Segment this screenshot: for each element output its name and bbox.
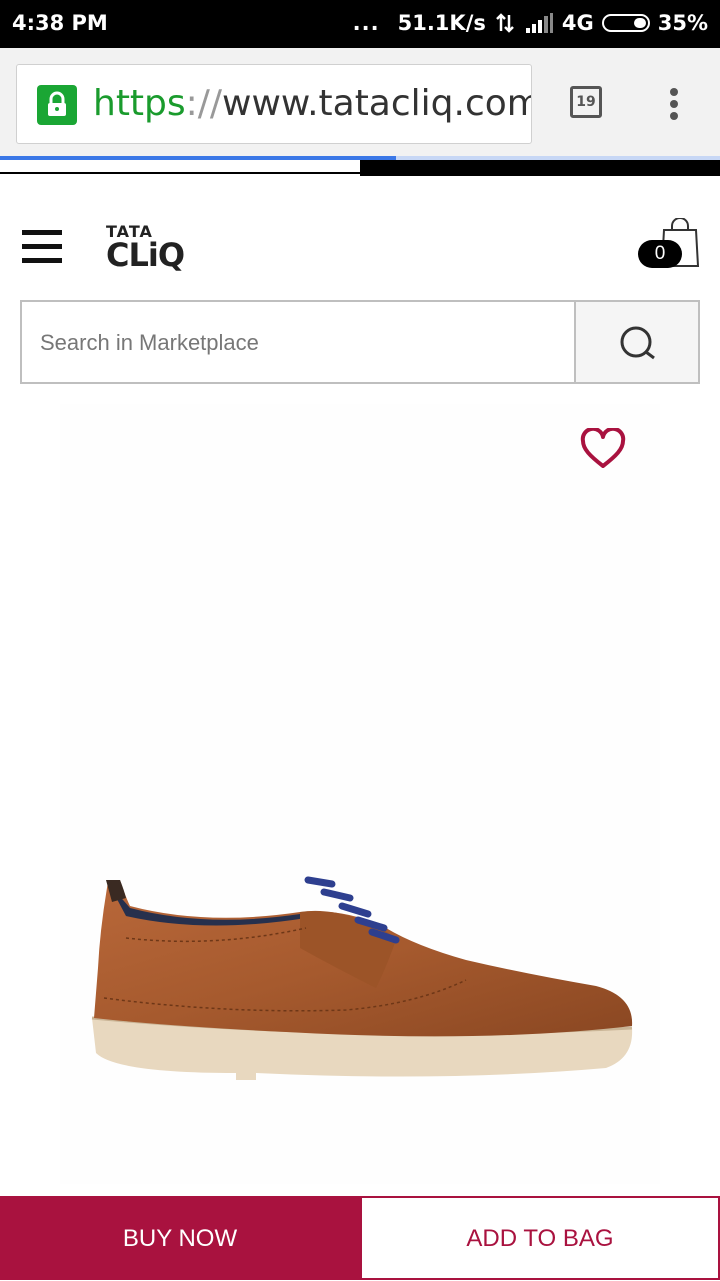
heart-icon[interactable]: [580, 426, 626, 470]
lock-icon[interactable]: [37, 85, 77, 125]
site-header: TATA CLiQ 0: [0, 176, 720, 296]
search-button[interactable]: [574, 302, 698, 382]
search-input[interactable]: [38, 320, 562, 366]
battery-percent: 35%: [657, 11, 708, 35]
cart-button[interactable]: 0: [636, 217, 700, 274]
tatacliq-logo[interactable]: TATA CLiQ: [106, 222, 196, 276]
cart-count-badge: 0: [638, 240, 682, 268]
status-time: 4:38 PM: [12, 11, 108, 35]
address-bar[interactable]: https://www.tatacliq.com/id: [16, 64, 532, 144]
signal-icon: [525, 13, 553, 33]
tab-switcher-button[interactable]: 19: [570, 86, 602, 118]
notification-dots: ...: [352, 11, 380, 35]
page-top-band: [360, 160, 720, 176]
battery-icon: [601, 14, 650, 32]
url-protocol: https: [93, 83, 186, 124]
logo-cliq: CLiQ: [106, 236, 185, 274]
overflow-menu-icon[interactable]: [662, 86, 686, 122]
hamburger-menu-icon[interactable]: [22, 230, 62, 264]
product-image[interactable]: [86, 868, 638, 1086]
data-transfer-icon: [495, 13, 514, 33]
network-speed: 51.1K/s: [397, 11, 486, 35]
status-bar: 4:38 PM ... 51.1K/s 4G 35%: [0, 0, 720, 48]
add-to-bag-button[interactable]: ADD TO BAG: [360, 1196, 720, 1280]
status-indicators: ... 51.1K/s 4G 35%: [353, 11, 708, 35]
url-host: www.tatacliq.com/id: [222, 83, 531, 124]
network-type: 4G: [561, 11, 594, 35]
bottom-action-bar: BUY NOW ADD TO BAG: [0, 1196, 720, 1280]
browser-toolbar: https://www.tatacliq.com/id 19: [0, 48, 720, 156]
page-top-strip: [0, 160, 360, 174]
search-box: [20, 300, 700, 384]
url-text[interactable]: https://www.tatacliq.com/id: [93, 83, 531, 124]
search-icon: [620, 326, 655, 360]
buy-now-button[interactable]: BUY NOW: [0, 1196, 360, 1280]
url-separator: ://: [185, 83, 223, 124]
